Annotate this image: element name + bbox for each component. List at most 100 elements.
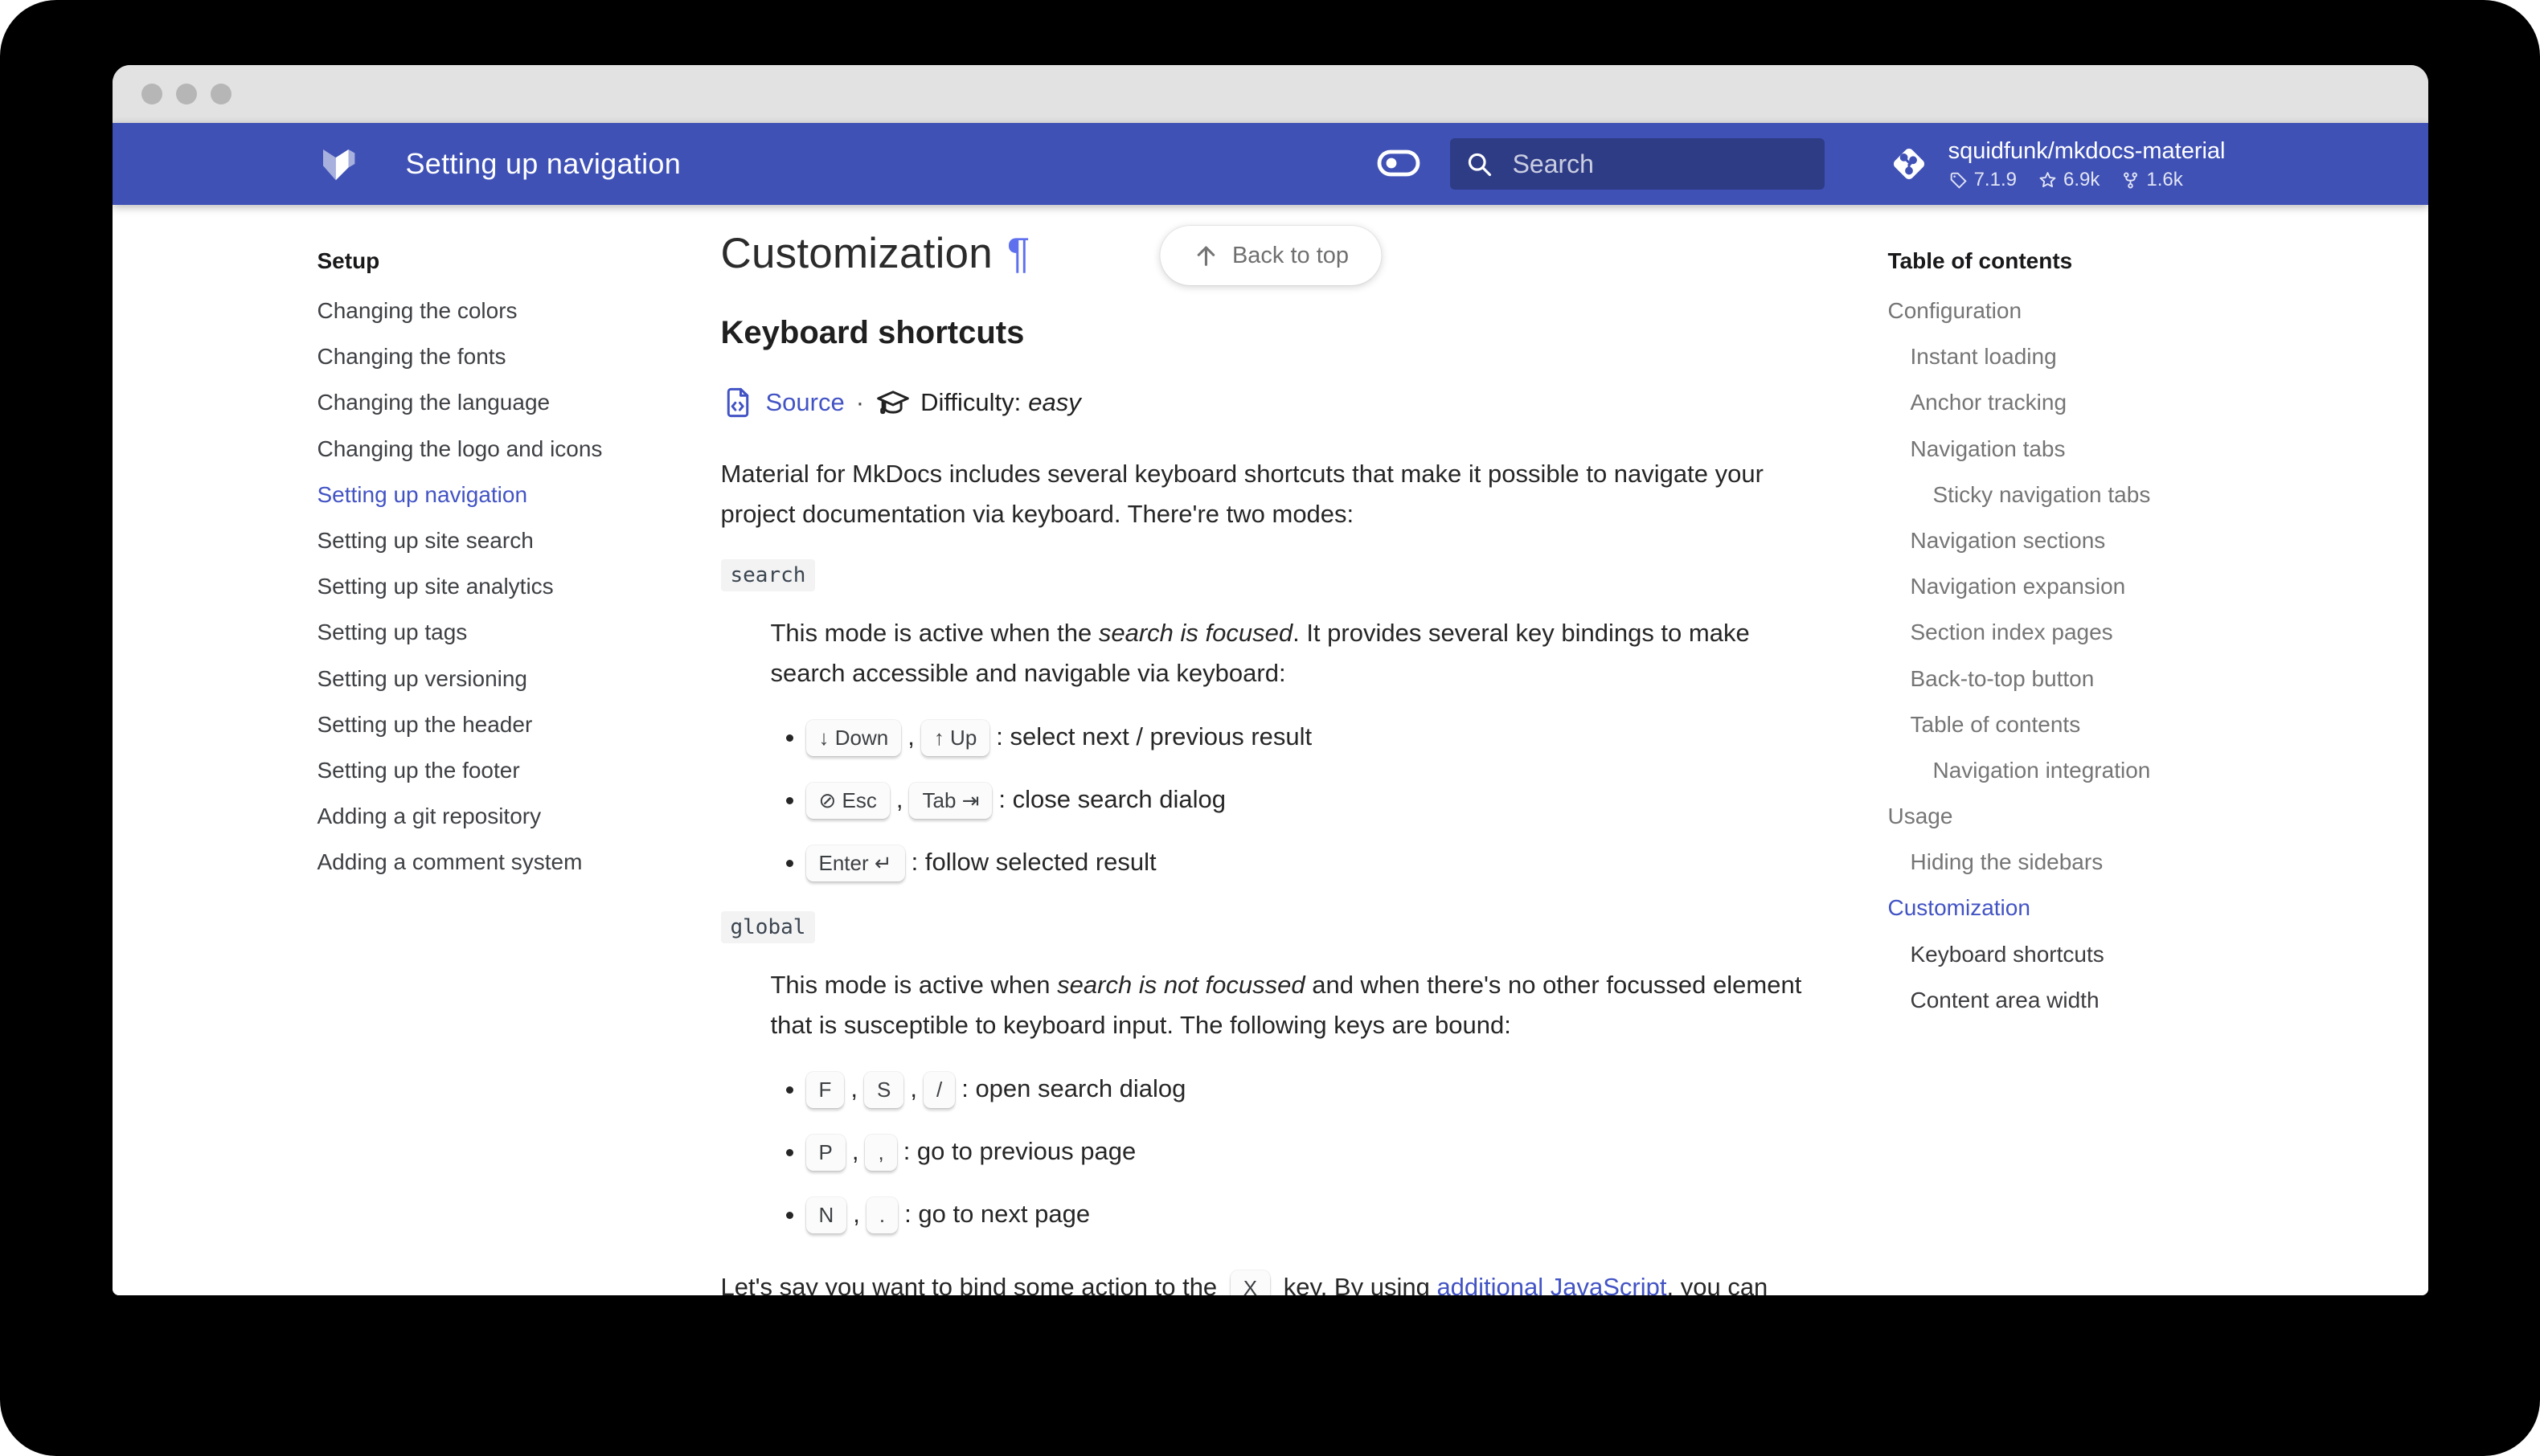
mode-term: search: [720, 559, 816, 591]
shortcut-action: : open search dialog: [961, 1074, 1186, 1102]
kbd-key: ,: [865, 1135, 897, 1171]
kbd-key: ↓ Down: [805, 720, 902, 756]
tag-icon: [1950, 172, 1967, 189]
toc-item-sticky-navigation-tabs[interactable]: Sticky navigation tabs: [1888, 482, 2243, 508]
primary-sidebar: Setup Changing the colors Changing the f…: [290, 205, 681, 895]
kbd-key: ⊘ Esc: [805, 783, 890, 819]
additional-javascript-link[interactable]: additional JavaScript: [1436, 1273, 1666, 1295]
shortcut-list: F,S,/: open search dialog P,,: go to pre…: [771, 1068, 1821, 1235]
source-difficulty-line: Source · Difficulty: easy: [721, 385, 1821, 420]
sidebar-item-changing-the-colors[interactable]: Changing the colors: [318, 298, 665, 324]
page-content: Back to top Setup Changing the colors Ch…: [113, 205, 2428, 1295]
repo-stars: 6.9k: [2038, 169, 2100, 191]
toc-item-section-index-pages[interactable]: Section index pages: [1888, 620, 2243, 645]
sidebar-item-changing-the-fonts[interactable]: Changing the fonts: [318, 344, 665, 370]
shortcut-item: Enter ↵: follow selected result: [805, 841, 1821, 883]
mode-search: search This mode is active when the sear…: [720, 559, 1821, 883]
table-of-contents: Table of contents Configuration Instant …: [1861, 205, 2251, 1033]
separator-dot: ·: [855, 388, 865, 416]
difficulty-value: easy: [1028, 388, 1081, 416]
toc-item-table-of-contents[interactable]: Table of contents: [1888, 712, 2243, 738]
sidebar-item-setting-up-site-search[interactable]: Setting up site search: [318, 528, 665, 554]
kbd-key: /: [923, 1072, 956, 1108]
mode-global: global This mode is active when search i…: [720, 911, 1821, 1235]
toc-item-navigation-tabs[interactable]: Navigation tabs: [1888, 436, 2243, 462]
sidebar-item-adding-a-comment-system[interactable]: Adding a comment system: [318, 849, 665, 875]
shortcut-item: P,,: go to previous page: [805, 1131, 1821, 1172]
toc-item-navigation-expansion[interactable]: Navigation expansion: [1888, 574, 2243, 599]
shortcut-action: : select next / previous result: [996, 722, 1313, 750]
toc-item-configuration[interactable]: Configuration: [1888, 298, 2243, 324]
shortcut-item: N,.: go to next page: [805, 1193, 1821, 1235]
outro-paragraph: Let's say you want to bind some action t…: [721, 1267, 1821, 1295]
repo-forks: 1.6k: [2120, 169, 2183, 191]
app-header: Setting up navigation Search squidfunk/m…: [113, 123, 2428, 205]
site-logo-icon[interactable]: [316, 142, 359, 186]
shortcut-action: : go to next page: [904, 1200, 1091, 1228]
arrow-up-icon: [1197, 246, 1215, 266]
shortcut-item: F,S,/: open search dialog: [805, 1068, 1821, 1110]
shortcut-action: : close search dialog: [998, 785, 1227, 813]
repo-link[interactable]: squidfunk/mkdocs-material 7.1.9 6.9k 1.6…: [1887, 137, 2226, 191]
kbd-key: ↑ Up: [920, 720, 990, 756]
kbd-key: Enter ↵: [805, 845, 905, 881]
search-icon: [1468, 153, 1491, 177]
window-titlebar: [113, 65, 2428, 123]
kbd-key: X: [1230, 1270, 1271, 1295]
toc-title: Table of contents: [1887, 248, 2073, 273]
toc-item-navigation-sections[interactable]: Navigation sections: [1888, 528, 2243, 554]
toc-item-back-to-top-button[interactable]: Back-to-top button: [1888, 666, 2243, 692]
window-close-button[interactable]: [141, 84, 162, 104]
repo-name: squidfunk/mkdocs-material: [1948, 137, 2226, 164]
sidebar-item-changing-the-language[interactable]: Changing the language: [318, 390, 665, 415]
back-to-top-button[interactable]: Back to top: [1159, 226, 1382, 285]
article: Customization ¶ Keyboard shortcuts Source…: [681, 205, 1861, 1295]
shortcut-list: ↓ Down,↑ Up: select next / previous resu…: [771, 716, 1821, 883]
sidebar-item-setting-up-versioning[interactable]: Setting up versioning: [318, 666, 665, 692]
git-repo-icon: [1887, 142, 1931, 186]
kbd-key: F: [805, 1072, 845, 1108]
browser-window: Setting up navigation Search squidfunk/m…: [113, 65, 2428, 1295]
repo-facts: 7.1.9 6.9k 1.6k: [1948, 169, 2226, 191]
shortcut-item: ⊘ Esc,Tab ⇥: close search dialog: [805, 779, 1821, 820]
sidebar-item-changing-the-logo-and-icons[interactable]: Changing the logo and icons: [318, 436, 665, 462]
shortcut-action: : go to previous page: [903, 1137, 1137, 1165]
shortcut-item: ↓ Down,↑ Up: select next / previous resu…: [805, 716, 1821, 758]
toc-item-usage[interactable]: Usage: [1888, 804, 2243, 829]
headerlink-icon[interactable]: ¶: [1007, 230, 1030, 277]
kbd-key: .: [866, 1197, 899, 1233]
sidebar-item-setting-up-site-analytics[interactable]: Setting up site analytics: [318, 574, 665, 599]
fork-icon: [2124, 172, 2138, 189]
toc-item-keyboard-shortcuts[interactable]: Keyboard shortcuts: [1888, 942, 2243, 967]
sidebar-item-adding-a-git-repository[interactable]: Adding a git repository: [318, 804, 665, 829]
graduation-cap-icon: [877, 391, 909, 415]
mode-description: This mode is active when the search is f…: [770, 619, 1750, 687]
shortcut-action: : follow selected result: [911, 848, 1157, 876]
star-icon: [2039, 171, 2056, 187]
toc-item-anchor-tracking[interactable]: Anchor tracking: [1888, 390, 2243, 415]
search-box[interactable]: [1449, 138, 1825, 190]
mode-description: This mode is active when search is not f…: [770, 971, 1802, 1039]
search-input[interactable]: [1510, 148, 1810, 180]
theme-toggle-icon[interactable]: [1376, 147, 1421, 181]
window-minimize-button[interactable]: [176, 84, 197, 104]
sidebar-item-setting-up-tags[interactable]: Setting up tags: [318, 620, 665, 645]
toc-item-content-area-width[interactable]: Content area width: [1888, 988, 2243, 1013]
toc-item-instant-loading[interactable]: Instant loading: [1888, 344, 2243, 370]
kbd-key: N: [805, 1197, 847, 1233]
window-maximize-button[interactable]: [211, 84, 231, 104]
toc-item-customization[interactable]: Customization: [1888, 895, 2243, 921]
sidebar-item-setting-up-the-footer[interactable]: Setting up the footer: [318, 758, 665, 783]
header-page-title: Setting up navigation: [405, 147, 682, 180]
sidebar-item-setting-up-navigation[interactable]: Setting up navigation: [318, 482, 665, 508]
source-link[interactable]: Source: [766, 388, 845, 417]
kbd-key: P: [805, 1135, 846, 1171]
section-heading: Keyboard shortcuts: [720, 315, 1025, 350]
toc-item-navigation-integration[interactable]: Navigation integration: [1888, 758, 2243, 783]
kbd-key: S: [864, 1072, 904, 1108]
difficulty-label: Difficulty:: [920, 388, 1022, 416]
sidebar-item-setting-up-the-header[interactable]: Setting up the header: [318, 712, 665, 738]
toc-item-hiding-the-sidebars[interactable]: Hiding the sidebars: [1888, 849, 2243, 875]
intro-paragraph: Material for MkDocs includes several key…: [720, 460, 1764, 528]
sidebar-section-title: Setup: [317, 248, 380, 273]
